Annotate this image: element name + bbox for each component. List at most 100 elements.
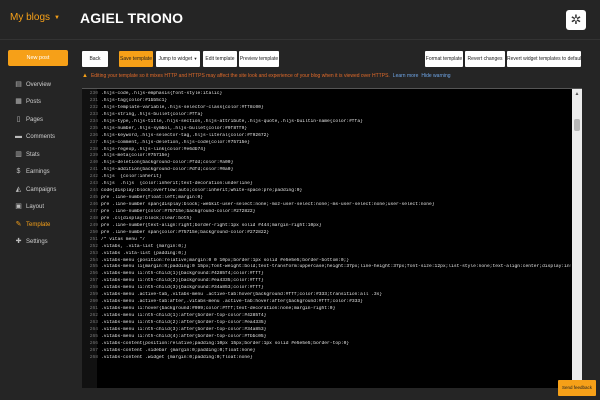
save-template-button[interactable]: Save template: [119, 51, 153, 67]
layout-icon: ▣: [15, 203, 22, 211]
warning-text: Editing your template so it mixes HTTP a…: [90, 73, 390, 79]
line-text: .vitabs, .vita-list {margin:0;}: [101, 243, 187, 249]
my-blogs-label: My blogs: [10, 12, 51, 23]
line-number: 251: [89, 236, 98, 242]
pages-icon: ▯: [16, 115, 21, 123]
code-line: 259 .vitabs-menu .active-tab,.vitabs-menu…: [85, 292, 571, 299]
line-text: .vitabs-menu li:nth-child(2):after{borde…: [101, 319, 267, 325]
code-line: 234 .hljs-type,.hljs-title,.hljs-section,…: [85, 119, 571, 126]
line-number: 266: [89, 340, 98, 346]
line-number: 236: [89, 132, 98, 138]
line-text: .vitabs-menu li:nth-child(1){background:…: [101, 271, 264, 277]
jump-to-widget-dropdown[interactable]: Jump to widget ▼: [156, 51, 200, 67]
revert-changes-button[interactable]: Revert changes: [465, 51, 505, 67]
code-line: 262 .vitabs-menu li:nth-child(1):after{bo…: [85, 313, 571, 320]
line-number: 264: [89, 326, 98, 332]
line-text: pre .line-number span{color:#75715e;back…: [101, 229, 270, 235]
line-number: 245: [89, 195, 98, 201]
sidebar-item-label: Settings: [26, 239, 48, 246]
blog-title[interactable]: AGIEL TRIONO: [80, 10, 183, 26]
format-template-button[interactable]: Format template: [425, 51, 463, 67]
sidebar-item-pages[interactable]: ▯ Pages: [14, 111, 80, 129]
line-number: 252: [89, 243, 98, 249]
editor-scrollbar[interactable]: ▲ ▼: [572, 89, 582, 388]
code-line: 264 .vitabs-menu li:nth-child(3):after{bo…: [85, 327, 571, 334]
line-number: 262: [89, 313, 98, 318]
line-text: .vitabs-content .widget {margin:0;paddin…: [101, 354, 253, 360]
code-line: 252 .vitabs, .vita-list {margin:0;}: [85, 244, 571, 251]
code-line: 256 .vitabs-menu li:nth-child(1){backgrou…: [85, 271, 571, 278]
template-code-editor[interactable]: 230 .hljs-code,.hljs-emphasis{font-style:…: [82, 88, 582, 388]
sidebar-item-earnings[interactable]: $ Earnings: [14, 164, 80, 182]
overview-icon: ▤: [15, 80, 22, 88]
preview-template-button[interactable]: Preview template: [239, 51, 279, 67]
code-line: 242 .hljs {color:inherit}: [85, 174, 571, 181]
settings-gear-button[interactable]: ✲: [566, 10, 586, 30]
sidebar-item-layout[interactable]: ▣ Layout: [14, 199, 80, 217]
https-warning: ▲ Editing your template so it mixes HTTP…: [82, 73, 451, 79]
sidebar: New post ▤ Overview ▦ Posts ▯ Pages ▬ Comments ▥…: [0, 40, 80, 400]
chevron-down-icon: ▼: [54, 14, 60, 21]
code-line: 257 .vitabs-menu li:nth-child(2){backgrou…: [85, 278, 571, 285]
sidebar-item-label: Posts: [26, 99, 42, 106]
line-number: 261: [89, 306, 98, 312]
line-number: 235: [89, 125, 98, 131]
line-number: 234: [89, 118, 98, 124]
sidebar-item-stats[interactable]: ▥ Stats: [14, 146, 80, 164]
code-line: 266 .vitabs-content{position:relative;pad…: [85, 341, 571, 348]
code-line: 263 .vitabs-menu li:nth-child(2):after{bo…: [85, 320, 571, 327]
line-text: pre .line-number{text-align:right;border…: [101, 222, 322, 228]
code-line: 246 pre .line-number span{display:block;-…: [85, 202, 571, 209]
code-line: 267 .vitabs-content .sidebar {margin:0;pa…: [85, 348, 571, 355]
code-line: 243 .hljs .hljs {color:inherit;text-decor…: [85, 181, 571, 188]
sidebar-item-overview[interactable]: ▤ Overview: [14, 76, 80, 94]
sidebar-item-campaigns[interactable]: ◭ Campaigns: [14, 181, 80, 199]
my-blogs-dropdown[interactable]: My blogs ▼: [10, 12, 60, 23]
line-number: 237: [89, 139, 98, 145]
code-line: 239 .hljs-meta{color:#75715e}: [85, 153, 571, 160]
line-number: 247: [89, 208, 98, 214]
code-area[interactable]: 230 .hljs-code,.hljs-emphasis{font-style:…: [85, 91, 571, 362]
line-text: .hljs-meta{color:#75715e}: [101, 153, 170, 159]
line-text: .vitabs-menu {position:relative;margin:0…: [101, 257, 350, 263]
code-line: 244 code{display:block;overflow:auto;colo…: [85, 188, 571, 195]
line-text: .hljs-string,.hljs-bullet{color:#ffa}: [101, 111, 203, 117]
sidebar-item-template[interactable]: ✎ Template: [14, 216, 80, 234]
sidebar-item-comments[interactable]: ▬ Comments: [14, 129, 80, 147]
code-line: 255 .vitabs-menu li{margin:0;padding:0 15…: [85, 264, 571, 271]
line-text: pre .cl{display:block;clear:both}: [101, 215, 192, 221]
code-line: 248 pre .cl{display:block;clear:both}: [85, 216, 571, 223]
line-number: 246: [89, 202, 98, 207]
sidebar-item-label: Layout: [26, 204, 45, 211]
code-line: 245 pre .line-number{float:left;margin:0}: [85, 195, 571, 202]
sidebar-item-settings[interactable]: ✚ Settings: [14, 234, 80, 252]
line-text: .hljs-regexp,.hljs-link{color:#e6db74}: [101, 146, 206, 152]
code-line: 249 pre .line-number{text-align:right;bor…: [85, 223, 571, 230]
new-post-button[interactable]: New post: [8, 50, 68, 66]
line-number: 230: [89, 91, 98, 96]
code-line: 236 .hljs-keyword,.hljs-selector-tag,.hlj…: [85, 133, 571, 140]
campaigns-icon: ◭: [15, 185, 22, 193]
send-feedback-button[interactable]: Send feedback: [558, 380, 596, 396]
scroll-thumb[interactable]: [574, 119, 580, 131]
line-number: 248: [89, 215, 98, 221]
scroll-up-icon[interactable]: ▲: [572, 89, 582, 99]
line-text: .hljs-comment,.hljs-deletion,.hljs-code{…: [101, 139, 250, 145]
line-number: 268: [89, 354, 98, 360]
top-bar: My blogs ▼ AGIEL TRIONO ✲: [0, 0, 600, 40]
sidebar-item-posts[interactable]: ▦ Posts: [14, 94, 80, 112]
revert-widget-templates-button[interactable]: Revert widget templates to default: [507, 51, 583, 67]
line-text: .hljs {color:inherit}: [101, 174, 162, 180]
back-button[interactable]: Back: [82, 51, 108, 67]
hide-warning-link[interactable]: Hide warning: [421, 73, 450, 79]
line-text: .vitabs-menu li:nth-child(4):after{borde…: [101, 333, 267, 339]
code-line: 253 .vitabs .vita-list {padding:0;}: [85, 251, 571, 258]
code-line: 230 .hljs-code,.hljs-emphasis{font-style:…: [85, 91, 571, 98]
sidebar-item-label: Stats: [26, 151, 40, 158]
line-text: .vitabs-menu li:hover{background:#999;co…: [101, 306, 336, 312]
edit-template-button[interactable]: Edit template: [203, 51, 237, 67]
code-line: 240 .hljs-deletion{background-color:#fdd;…: [85, 160, 571, 167]
posts-icon: ▦: [15, 98, 22, 106]
line-text: .hljs-code,.hljs-emphasis{font-style:ita…: [101, 91, 223, 96]
learn-more-link[interactable]: Learn more: [393, 73, 419, 79]
